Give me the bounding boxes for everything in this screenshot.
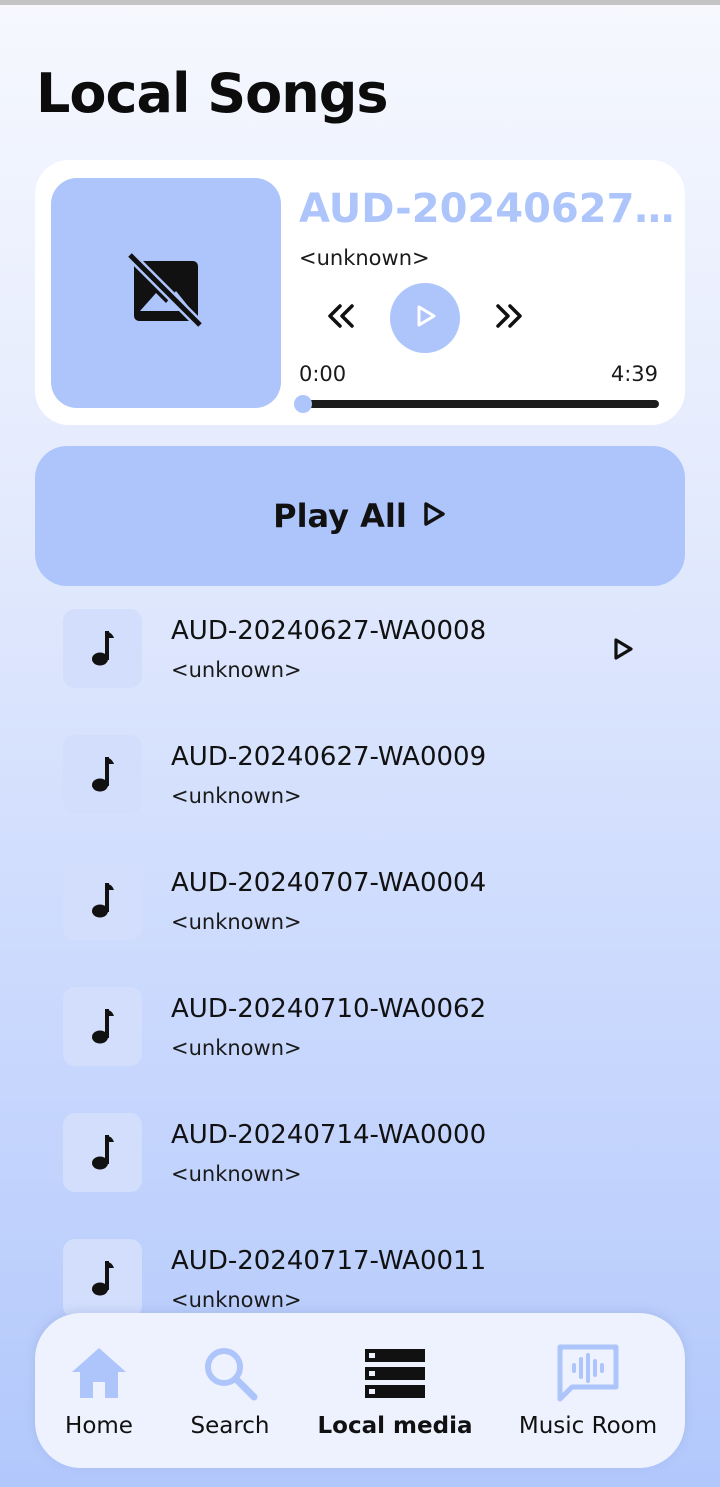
song-artist: <unknown> <box>171 1288 302 1312</box>
music-note-icon <box>90 1131 116 1175</box>
song-artist: <unknown> <box>171 910 302 934</box>
album-art <box>51 178 281 408</box>
nav-search-label: Search <box>190 1413 270 1439</box>
nav-home[interactable]: Home <box>39 1313 159 1468</box>
song-row[interactable]: AUD-20240627-WA0009 <unknown> <box>0 722 720 832</box>
song-row[interactable]: AUD-20240714-WA0000 <unknown> <box>0 1100 720 1210</box>
song-row[interactable]: AUD-20240627-WA0008 <unknown> <box>0 596 720 706</box>
song-title: AUD-20240714-WA0000 <box>171 1120 487 1150</box>
song-title: AUD-20240627-WA0008 <box>171 616 487 646</box>
nav-local-media-label: Local media <box>317 1413 473 1439</box>
search-icon <box>200 1343 260 1403</box>
now-playing-artist: <unknown> <box>299 246 430 270</box>
song-title: AUD-20240710-WA0062 <box>171 994 487 1024</box>
forward-button[interactable] <box>489 298 529 338</box>
chat-audio-icon <box>556 1343 620 1403</box>
song-thumbnail <box>63 1113 142 1192</box>
nav-local-media[interactable]: Local media <box>315 1313 475 1468</box>
play-all-button[interactable]: Play All <box>35 446 685 586</box>
song-row[interactable]: AUD-20240710-WA0062 <unknown> <box>0 974 720 1084</box>
double-chevron-right-icon <box>494 303 524 333</box>
song-artist: <unknown> <box>171 658 302 682</box>
nav-home-label: Home <box>65 1413 133 1439</box>
play-pause-button[interactable] <box>390 283 460 353</box>
hide-image-icon <box>124 249 208 337</box>
home-icon <box>68 1343 130 1403</box>
song-title: AUD-20240707-WA0004 <box>171 868 487 898</box>
play-outline-icon <box>421 500 447 532</box>
status-strip <box>0 0 720 5</box>
song-list[interactable]: AUD-20240627-WA0008 <unknown> AUD-20240627… <box>0 596 720 1314</box>
play-icon <box>412 303 438 333</box>
bottom-navigation: Home Search Local media Music Room <box>35 1313 685 1468</box>
total-time: 4:39 <box>610 362 658 386</box>
song-thumbnail <box>63 735 142 814</box>
song-thumbnail <box>63 609 142 688</box>
song-thumbnail <box>63 861 142 940</box>
nav-music-room[interactable]: Music Room <box>513 1313 663 1468</box>
song-row[interactable]: AUD-20240717-WA0011 <unknown> <box>0 1226 720 1314</box>
rewind-button[interactable] <box>321 298 361 338</box>
song-thumbnail <box>63 1239 142 1314</box>
nav-music-room-label: Music Room <box>518 1413 658 1439</box>
song-artist: <unknown> <box>171 1162 302 1186</box>
play-icon <box>611 636 635 666</box>
music-note-icon <box>90 753 116 797</box>
now-playing-title: AUD-20240627-WA0008 <box>299 186 679 232</box>
song-title: AUD-20240627-WA0009 <box>171 742 487 772</box>
music-note-icon <box>90 627 116 671</box>
now-playing-card: AUD-20240627-WA0008 <unknown> 0:00 4:39 <box>35 160 685 425</box>
nav-search[interactable]: Search <box>175 1313 285 1468</box>
song-row[interactable]: AUD-20240707-WA0004 <unknown> <box>0 848 720 958</box>
music-note-icon <box>90 1257 116 1301</box>
song-artist: <unknown> <box>171 784 302 808</box>
song-artist: <unknown> <box>171 1036 302 1060</box>
song-thumbnail <box>63 987 142 1066</box>
music-note-icon <box>90 879 116 923</box>
play-all-label: Play All <box>273 497 407 535</box>
page-title: Local Songs <box>36 62 388 125</box>
storage-icon <box>364 1343 426 1403</box>
current-time: 0:00 <box>299 362 347 386</box>
seek-bar[interactable] <box>294 395 659 413</box>
song-play-button[interactable] <box>606 634 640 668</box>
double-chevron-left-icon <box>326 303 356 333</box>
seek-bar-thumb[interactable] <box>294 395 312 413</box>
music-note-icon <box>90 1005 116 1049</box>
song-title: AUD-20240717-WA0011 <box>171 1246 487 1276</box>
